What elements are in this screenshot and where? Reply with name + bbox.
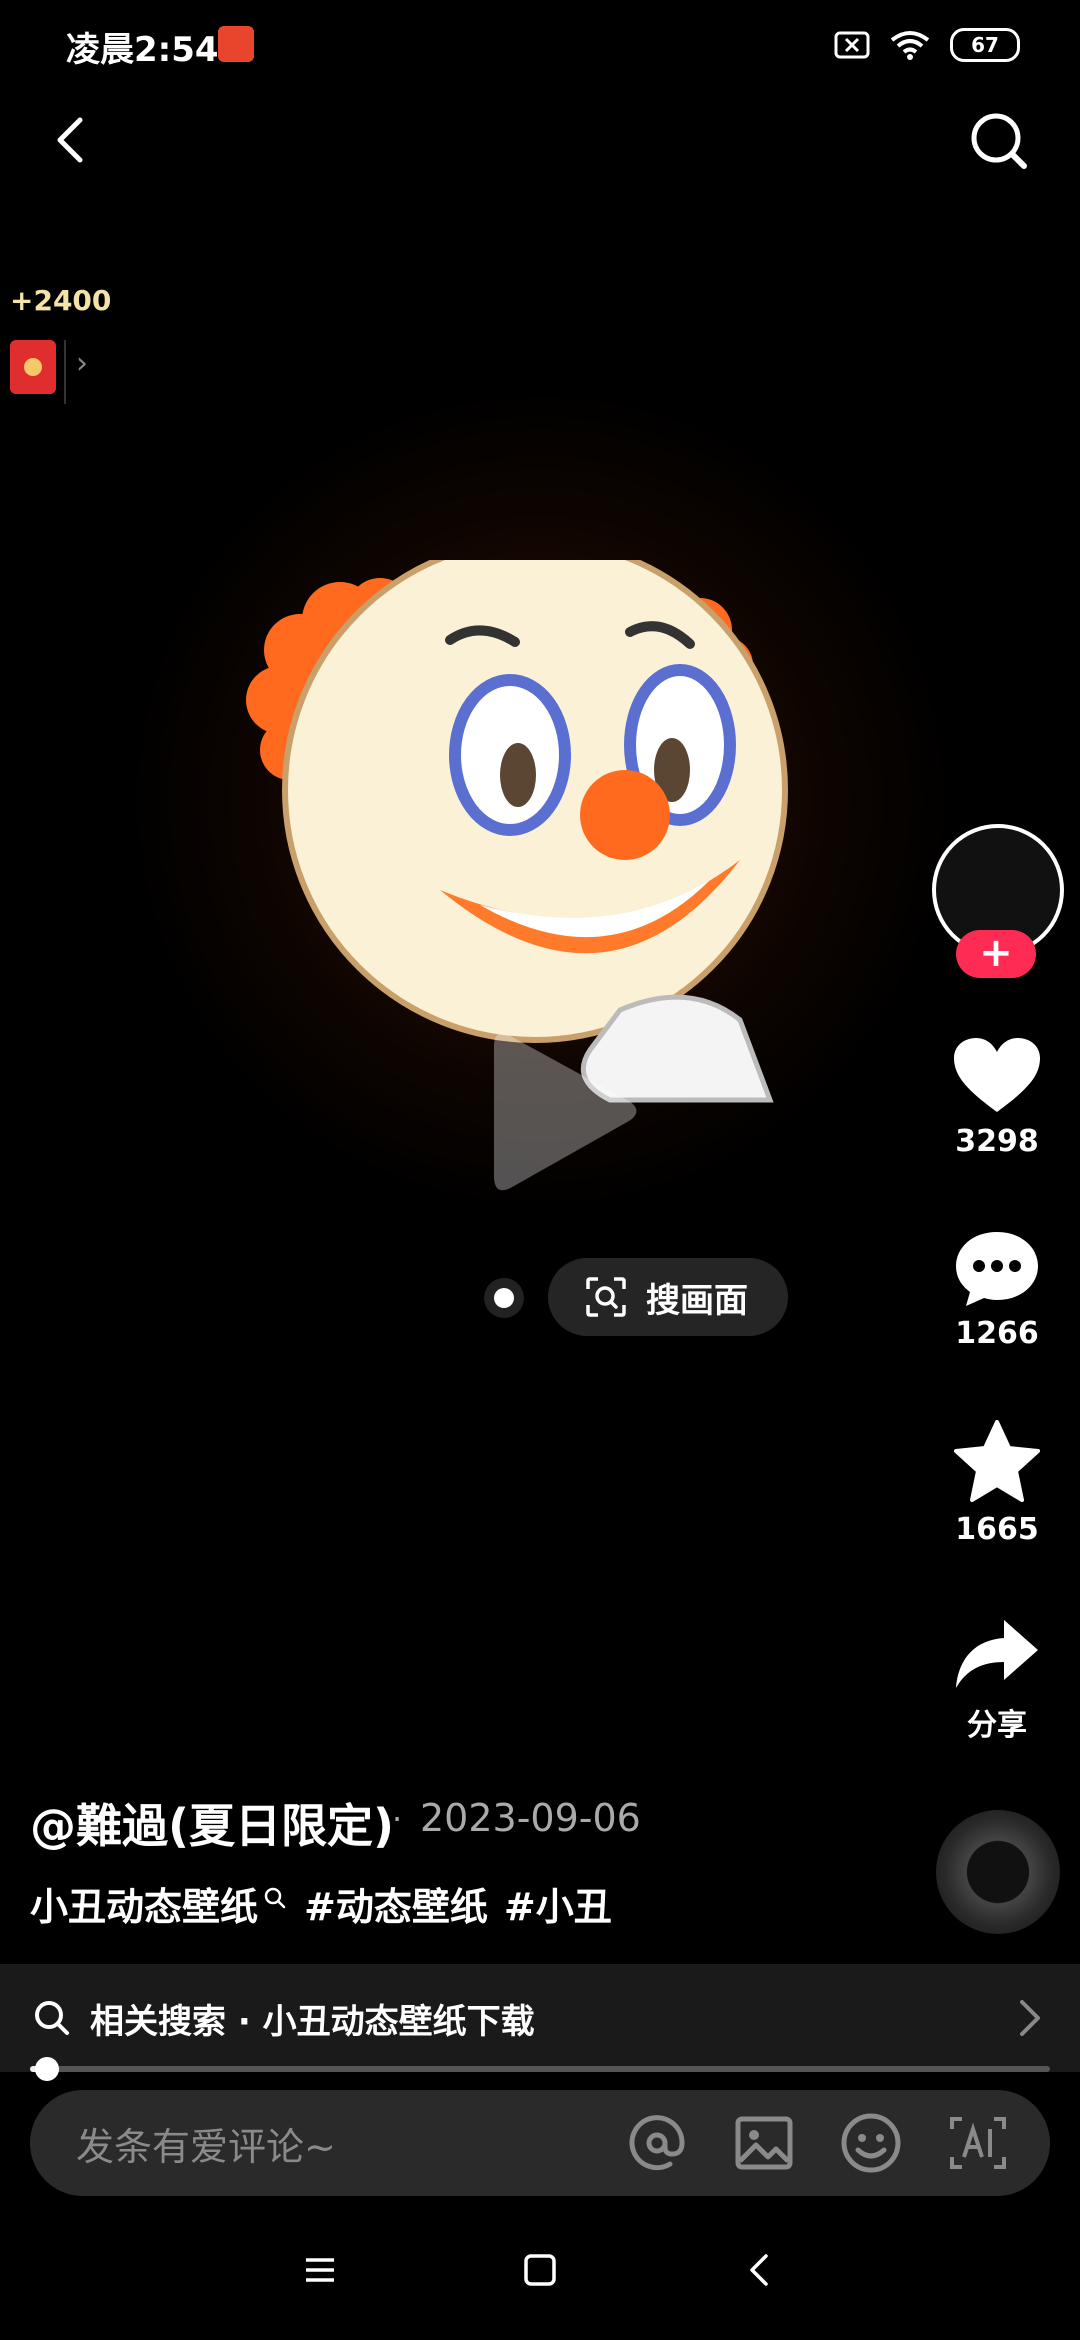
image-icon[interactable]	[734, 2113, 794, 2173]
like-button[interactable]: 3298	[927, 1036, 1067, 1159]
page-dot-indicator	[484, 1278, 524, 1318]
date-separator: ·	[392, 1800, 403, 1838]
mention-icon[interactable]	[626, 2112, 688, 2174]
search-frame-button[interactable]: 搜画面	[548, 1258, 788, 1336]
back-button[interactable]	[40, 100, 104, 180]
system-nav-bar	[0, 2230, 1080, 2310]
search-frame-label: 搜画面	[646, 1280, 748, 1321]
status-icons: 67	[834, 28, 1020, 62]
no-sim-icon	[834, 31, 870, 59]
hashtag-link[interactable]: #动态壁纸	[304, 1876, 488, 1931]
favorite-count: 1665	[955, 1512, 1039, 1547]
chevron-right-icon	[1020, 2000, 1040, 2036]
menu-icon[interactable]	[300, 2250, 340, 2290]
heart-icon	[954, 1038, 1040, 1112]
video-progress-bar[interactable]	[30, 2057, 1050, 2081]
home-icon[interactable]	[520, 2250, 560, 2290]
search-icon	[971, 113, 1027, 169]
back-nav-icon[interactable]	[740, 2250, 780, 2290]
comment-button[interactable]: 1266	[927, 1228, 1067, 1351]
status-time: 凌晨2:54	[66, 30, 219, 70]
author-name[interactable]: @難過(夏日限定)	[30, 1790, 394, 1856]
wifi-icon	[890, 31, 930, 60]
share-icon	[956, 1620, 1038, 1688]
search-small-icon	[264, 1887, 286, 1908]
comment-icon	[956, 1232, 1038, 1306]
author-avatar[interactable]: +	[932, 824, 1080, 992]
related-search-bar[interactable]: 相关搜索 · 小丑动态壁纸下载	[0, 1964, 1080, 2072]
comment-input-bar[interactable]: 发条有爱评论~	[30, 2090, 1050, 2196]
hashtag-link[interactable]: #小丑	[504, 1876, 612, 1931]
music-disc[interactable]	[936, 1810, 1060, 1934]
progress-thumb[interactable]	[35, 2057, 60, 2081]
status-bar: 凌晨2:54 67	[0, 0, 1080, 90]
chevron-left-icon	[57, 117, 83, 163]
play-icon[interactable]	[484, 1026, 644, 1196]
star-icon	[954, 1420, 1040, 1502]
search-button[interactable]	[960, 100, 1040, 180]
app-notification-icon	[218, 26, 254, 62]
favorite-button[interactable]: 1665	[927, 1418, 1067, 1547]
share-button[interactable]: 分享	[927, 1616, 1067, 1744]
comment-tools	[626, 2112, 1008, 2174]
scan-icon	[586, 1277, 626, 1317]
caption-title[interactable]: 小丑动态壁纸	[30, 1876, 288, 1931]
search-icon	[35, 2001, 69, 2035]
caption-title-text: 小丑动态壁纸	[30, 1885, 259, 1929]
emoji-icon[interactable]	[840, 2112, 902, 2174]
video-caption: 小丑动态壁纸 #动态壁纸 #小丑	[30, 1876, 612, 1931]
ai-icon[interactable]	[948, 2113, 1008, 2173]
follow-button[interactable]: +	[956, 930, 1036, 978]
like-count: 3298	[955, 1124, 1039, 1159]
comment-input[interactable]: 发条有爱评论~	[76, 2116, 626, 2171]
related-search-text: 相关搜索 · 小丑动态壁纸下载	[90, 2001, 535, 2042]
post-date: 2023-09-06	[420, 1796, 641, 1840]
battery-indicator: 67	[950, 28, 1020, 62]
share-label: 分享	[967, 1708, 1027, 1743]
comment-count: 1266	[955, 1316, 1039, 1351]
